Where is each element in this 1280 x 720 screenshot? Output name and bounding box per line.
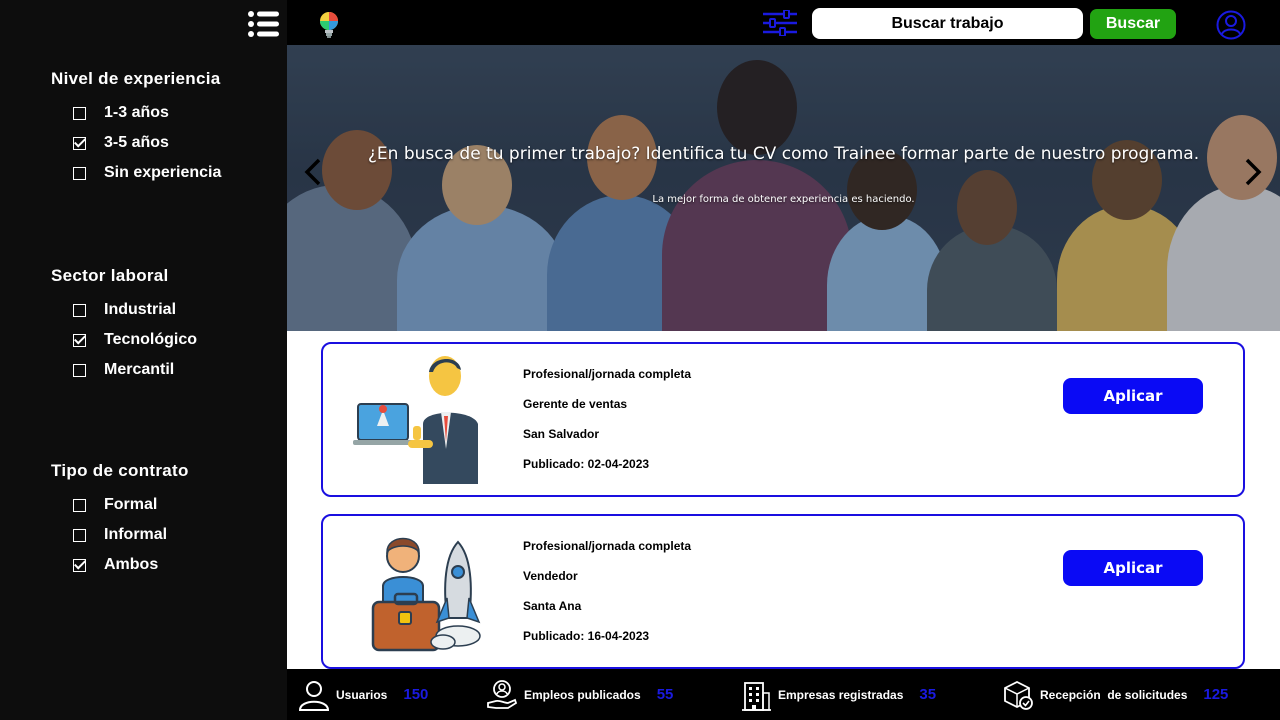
option-label: Sin experiencia: [104, 164, 222, 181]
job-type: Profesional/jornada completa: [523, 539, 692, 553]
sliders-icon[interactable]: [762, 10, 798, 36]
job-hand-icon: [487, 679, 518, 709]
option-label: 3-5 años: [104, 134, 169, 151]
person-briefcase-rocket-icon: [371, 537, 481, 652]
job-position: Vendedor: [523, 569, 578, 583]
option-label: Formal: [104, 496, 158, 513]
job-type: Profesional/jornada completa: [523, 367, 692, 381]
filter-option-sin-experiencia[interactable]: Sin experiencia: [51, 158, 221, 188]
banner-subtitle: La mejor forma de obtener experiencia es…: [652, 194, 915, 205]
job-info: Profesional/jornada completa Gerente de …: [523, 364, 691, 484]
job-card: Profesional/jornada completa Gerente de …: [321, 342, 1245, 497]
filter-option-mercantil[interactable]: Mercantil: [51, 355, 197, 385]
search-button[interactable]: Buscar: [1090, 9, 1176, 39]
job-location: Santa Ana: [523, 599, 582, 613]
filter-group-contract: Tipo de contrato Formal Informal Ambos: [51, 460, 189, 580]
list-icon[interactable]: [247, 11, 279, 37]
filter-option-1-3[interactable]: 1-3 años: [51, 98, 221, 128]
job-position: Gerente de ventas: [523, 397, 628, 411]
checkbox[interactable]: [73, 333, 86, 347]
chevron-right-icon[interactable]: [1241, 157, 1265, 187]
filter-option-3-5[interactable]: 3-5 años: [51, 128, 221, 158]
checkbox[interactable]: [73, 303, 86, 317]
apply-button[interactable]: Aplicar: [1063, 550, 1203, 586]
job-card: Profesional/jornada completa Vendedor Sa…: [321, 514, 1245, 669]
option-label: Tecnológico: [104, 331, 198, 348]
stat-label: Usuarios: [336, 687, 388, 702]
checkbox[interactable]: [73, 106, 86, 120]
banner-title: ¿En busca de tu primer trabajo? Identifi…: [367, 144, 1200, 164]
apply-button[interactable]: Aplicar: [1063, 378, 1203, 414]
option-label: Industrial: [104, 301, 177, 318]
checkbox[interactable]: [73, 498, 86, 512]
stat-label: Empleos publicados: [524, 687, 641, 702]
filter-sidebar: Nivel de experiencia 1-3 años 3-5 años S…: [0, 0, 287, 720]
user-icon: [298, 680, 330, 711]
banner-overlay: [287, 45, 1280, 331]
search-input[interactable]: [812, 8, 1083, 39]
filter-group-experience: Nivel de experiencia 1-3 años 3-5 años S…: [51, 68, 221, 188]
filter-option-informal[interactable]: Informal: [51, 520, 189, 550]
filter-group-sector: Sector laboral Industrial Tecnológico Me…: [51, 265, 197, 385]
job-published-date: Publicado: 02-04-2023: [523, 457, 650, 471]
stat-value: 125: [1203, 686, 1229, 703]
checkbox[interactable]: [73, 528, 86, 542]
filter-option-industrial[interactable]: Industrial: [51, 295, 197, 325]
option-label: Ambos: [104, 556, 159, 573]
stat-empresas: Empresas registradas 35: [740, 669, 936, 720]
filter-option-ambos[interactable]: Ambos: [51, 550, 189, 580]
checkbox[interactable]: [73, 136, 86, 150]
filter-option-tecnologico[interactable]: Tecnológico: [51, 325, 197, 355]
stats-footer: Usuarios 150 Empleos publicados 55 Empre…: [287, 669, 1280, 720]
option-label: 1-3 años: [104, 104, 169, 121]
building-icon: [742, 681, 771, 711]
stat-value: 55: [656, 686, 674, 703]
stat-label: Recepción de solicitudes: [1040, 687, 1188, 702]
stat-label: Empresas registradas: [778, 687, 904, 702]
stat-value: 35: [919, 686, 937, 703]
job-published-date: Publicado: 16-04-2023: [523, 629, 650, 643]
option-label: Informal: [104, 526, 168, 543]
job-info: Profesional/jornada completa Vendedor Sa…: [523, 536, 691, 656]
stat-value: 150: [403, 686, 429, 703]
package-check-icon: [1004, 680, 1033, 710]
stat-usuarios: Usuarios 150: [298, 669, 428, 720]
businessman-laptop-icon: [353, 356, 478, 484]
hero-banner: ¿En busca de tu primer trabajo? Identifi…: [287, 45, 1280, 331]
top-bar: Buscar: [287, 0, 1280, 45]
checkbox[interactable]: [73, 166, 86, 180]
filter-option-formal[interactable]: Formal: [51, 490, 189, 520]
filter-title: Tipo de contrato: [51, 461, 189, 480]
lightbulb-logo-icon[interactable]: [317, 11, 341, 39]
job-location: San Salvador: [523, 427, 600, 441]
user-circle-icon[interactable]: [1216, 10, 1246, 40]
stat-empleos: Empleos publicados 55: [486, 669, 673, 720]
filter-title: Sector laboral: [51, 266, 169, 285]
chevron-left-icon[interactable]: [301, 157, 325, 187]
checkbox[interactable]: [73, 558, 86, 572]
filter-title: Nivel de experiencia: [51, 69, 221, 88]
checkbox[interactable]: [73, 363, 86, 377]
stat-solicitudes: Recepción de solicitudes 125: [1002, 669, 1228, 720]
option-label: Mercantil: [104, 361, 175, 378]
